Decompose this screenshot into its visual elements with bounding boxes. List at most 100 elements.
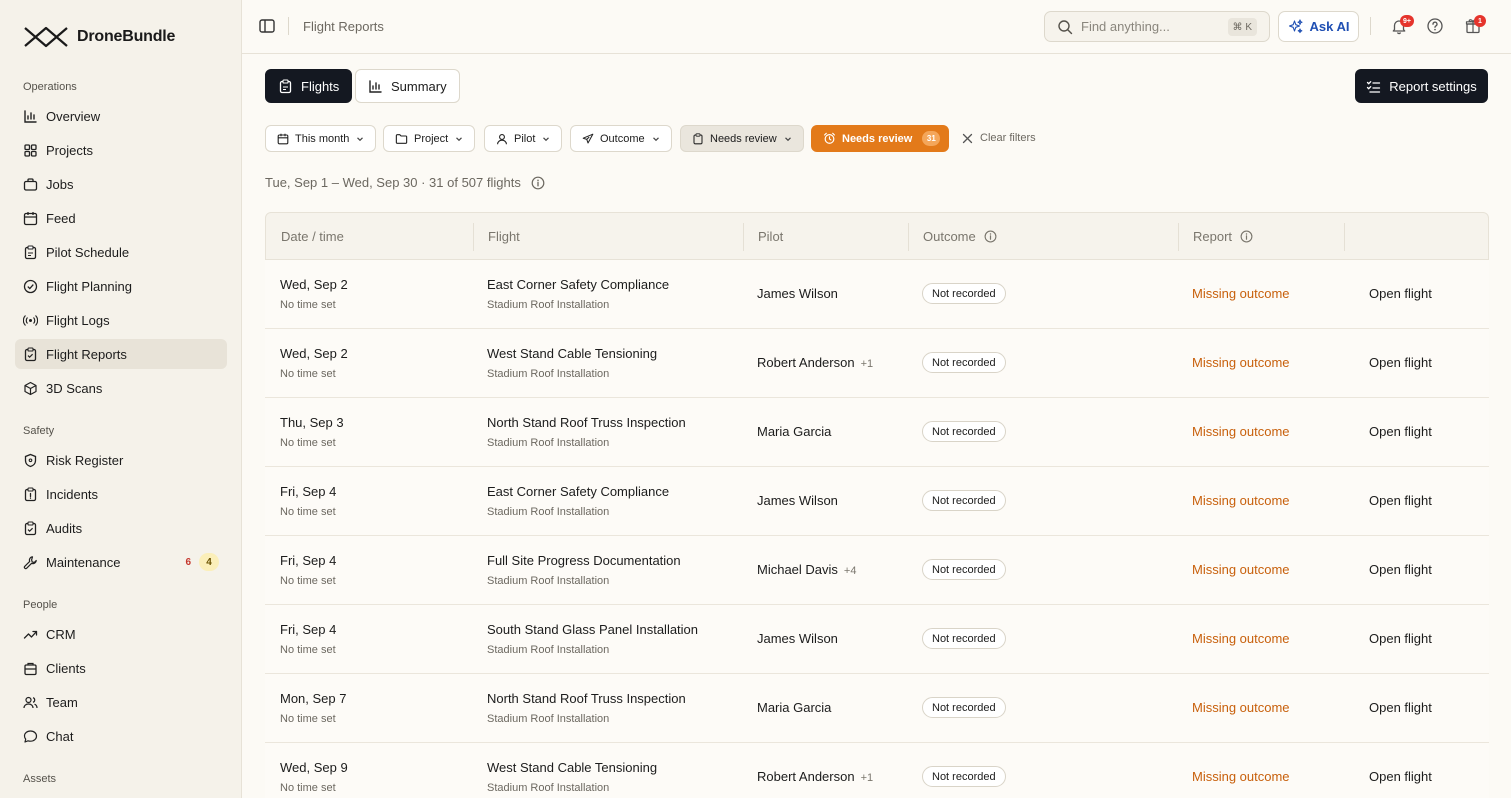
- column-header-label: Outcome: [923, 228, 976, 244]
- report-status: Missing outcome: [1192, 424, 1290, 439]
- flight-time: No time set: [280, 644, 336, 656]
- open-flight-link[interactable]: Open flight: [1369, 769, 1432, 784]
- sidebar-item-clients[interactable]: Clients: [15, 653, 227, 683]
- pilot-filter[interactable]: Pilot: [484, 125, 563, 152]
- info-icon[interactable]: [1240, 230, 1253, 243]
- table-row[interactable]: Mon, Sep 7 No time set North Stand Roof Tr…: [265, 674, 1489, 743]
- sidebar-item-projects[interactable]: Projects: [15, 135, 227, 165]
- needs-review-toggle[interactable]: Needs review 31: [811, 125, 950, 152]
- search-input[interactable]: Find anything... ⌘ K: [1044, 11, 1270, 42]
- column-header-pilot[interactable]: Pilot: [758, 213, 783, 259]
- sidebar-item-maintenance[interactable]: Maintenance 6 4: [15, 547, 227, 577]
- broadcast-icon: [23, 313, 38, 328]
- sidebar-item-feed[interactable]: Feed: [15, 203, 227, 233]
- open-flight-link[interactable]: Open flight: [1369, 355, 1432, 370]
- report-settings-button[interactable]: Report settings: [1355, 69, 1488, 103]
- table-row[interactable]: Fri, Sep 4 No time set East Corner Safety …: [265, 467, 1489, 536]
- outcome-badge: Not recorded: [922, 490, 1006, 511]
- additional-pilots-count: +4: [843, 565, 857, 577]
- sidebar-toggle-icon[interactable]: [258, 17, 276, 35]
- sidebar-item-chat[interactable]: Chat: [15, 721, 227, 751]
- brand[interactable]: DroneBundle: [23, 26, 175, 48]
- pilot-name: James Wilson: [757, 631, 838, 646]
- building-icon: [23, 661, 38, 676]
- open-flight-link[interactable]: Open flight: [1369, 493, 1432, 508]
- sidebar-item-pilot-schedule[interactable]: Pilot Schedule: [15, 237, 227, 267]
- table-body: Wed, Sep 2 No time set East Corner Safety …: [265, 260, 1489, 798]
- flight-name[interactable]: Full Site Progress Documentation: [487, 553, 681, 568]
- report-settings-label: Report settings: [1389, 78, 1477, 94]
- table-row[interactable]: Fri, Sep 4 No time set Full Site Progress …: [265, 536, 1489, 605]
- clipboard-alert-icon: [23, 486, 38, 502]
- sidebar-item-flight-reports[interactable]: Flight Reports: [15, 339, 227, 369]
- sidebar-item-flight-planning[interactable]: Flight Planning: [15, 271, 227, 301]
- open-flight-link[interactable]: Open flight: [1369, 562, 1432, 577]
- open-flight-link[interactable]: Open flight: [1369, 700, 1432, 715]
- open-flight-link[interactable]: Open flight: [1369, 631, 1432, 646]
- column-header-flight[interactable]: Flight: [488, 213, 520, 259]
- sidebar-item-jobs[interactable]: Jobs: [15, 169, 227, 199]
- sidebar-item-label: Risk Register: [46, 452, 124, 468]
- flight-name[interactable]: South Stand Glass Panel Installation: [487, 622, 698, 637]
- open-flight-link[interactable]: Open flight: [1369, 286, 1432, 301]
- bar-chart-icon: [368, 79, 383, 94]
- project-filter-label: Project: [414, 132, 449, 145]
- flight-name[interactable]: West Stand Cable Tensioning: [487, 346, 657, 361]
- pilot-name: Michael Davis: [757, 562, 838, 577]
- flight-name[interactable]: North Stand Roof Truss Inspection: [487, 691, 686, 706]
- table-row[interactable]: Wed, Sep 2 No time set East Corner Safety …: [265, 260, 1489, 329]
- clear-filters-button[interactable]: Clear filters: [962, 132, 1036, 144]
- pilot-name: Maria Garcia: [757, 424, 832, 439]
- report-status: Missing outcome: [1192, 286, 1290, 301]
- help-icon[interactable]: [1426, 17, 1444, 35]
- sidebar-item-label: Audits: [46, 520, 83, 536]
- sidebar-item-overview[interactable]: Overview: [15, 101, 227, 131]
- report-status: Missing outcome: [1192, 562, 1290, 577]
- table-row[interactable]: Thu, Sep 3 No time set North Stand Roof Tr…: [265, 398, 1489, 467]
- list-check-icon: [1366, 79, 1381, 94]
- sidebar-item-audits[interactable]: Audits: [15, 513, 227, 543]
- table-row[interactable]: Wed, Sep 9 No time set West Stand Cable Te…: [265, 743, 1489, 798]
- sidebar-item-incidents[interactable]: Incidents: [15, 479, 227, 509]
- flight-time: No time set: [280, 713, 336, 725]
- sidebar-item-flight-logs[interactable]: Flight Logs: [15, 305, 227, 335]
- sidebar-item-crm[interactable]: CRM: [15, 619, 227, 649]
- flight-name[interactable]: North Stand Roof Truss Inspection: [487, 415, 686, 430]
- ask-ai-button[interactable]: Ask AI: [1278, 11, 1359, 42]
- table-row[interactable]: Fri, Sep 4 No time set South Stand Glass P…: [265, 605, 1489, 674]
- nav-section-operations: Operations: [23, 81, 77, 93]
- column-header-outcome[interactable]: Outcome: [923, 213, 997, 259]
- flight-date: Mon, Sep 7: [280, 691, 347, 706]
- chevron-down-icon: [541, 134, 551, 144]
- column-header-report[interactable]: Report: [1193, 213, 1253, 259]
- project-filter[interactable]: Project: [383, 125, 476, 152]
- outcome-badge: Not recorded: [922, 628, 1006, 649]
- info-icon[interactable]: [531, 176, 545, 190]
- date-range-filter[interactable]: This month: [265, 125, 377, 152]
- divider: [1370, 17, 1371, 35]
- column-header-label: Date / time: [281, 228, 344, 244]
- flight-name[interactable]: East Corner Safety Compliance: [487, 484, 669, 499]
- outcome-filter[interactable]: Outcome: [570, 125, 672, 152]
- tab-flights[interactable]: Flights: [265, 69, 353, 103]
- sidebar-item-label: Overview: [46, 108, 101, 124]
- flight-name[interactable]: East Corner Safety Compliance: [487, 277, 669, 292]
- open-flight-link[interactable]: Open flight: [1369, 424, 1432, 439]
- tab-summary[interactable]: Summary: [355, 69, 460, 103]
- chevron-down-icon: [355, 134, 365, 144]
- sidebar-item-risk-register[interactable]: Risk Register: [15, 445, 227, 475]
- report-status: Missing outcome: [1192, 631, 1290, 646]
- needs-review-filter[interactable]: Needs review: [680, 125, 804, 152]
- column-header-date[interactable]: Date / time: [281, 213, 344, 259]
- flight-name[interactable]: West Stand Cable Tensioning: [487, 760, 657, 775]
- page-title: Flight Reports: [303, 19, 384, 34]
- flight-pilot: James Wilson: [757, 493, 838, 508]
- info-icon[interactable]: [984, 230, 997, 243]
- sidebar-item-3d-scans[interactable]: 3D Scans: [15, 373, 227, 403]
- sidebar-item-team[interactable]: Team: [15, 687, 227, 717]
- shield-icon: [23, 453, 38, 468]
- trend-icon: [23, 627, 38, 642]
- table-row[interactable]: Wed, Sep 2 No time set West Stand Cable Te…: [265, 329, 1489, 398]
- pilot-name: James Wilson: [757, 286, 838, 301]
- date-range-filter-label: This month: [295, 132, 350, 145]
